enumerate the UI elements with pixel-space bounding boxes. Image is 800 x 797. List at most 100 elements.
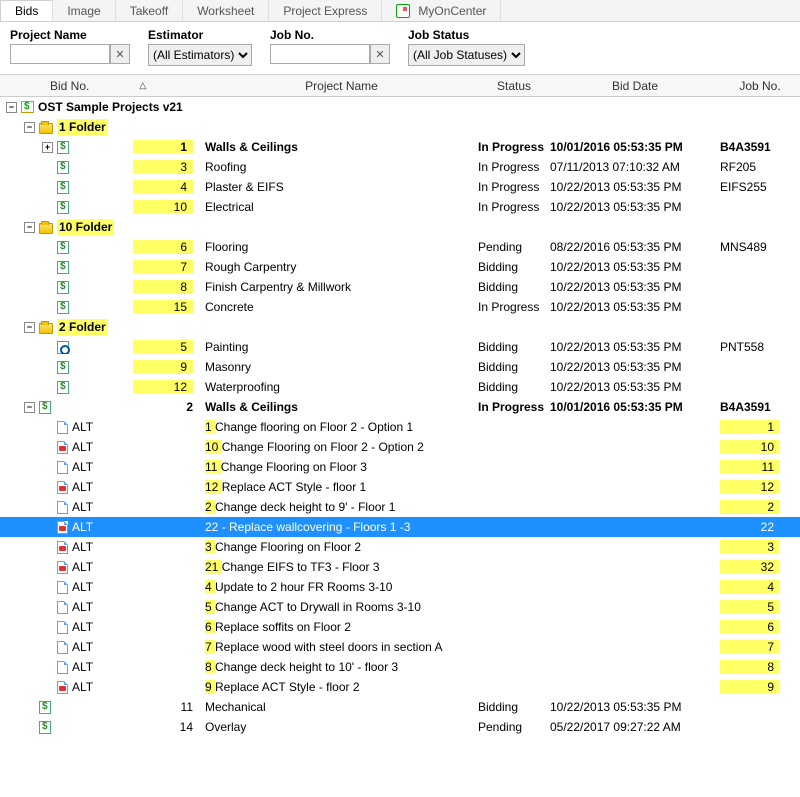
- bid-number: 4: [133, 180, 201, 194]
- alternate-row[interactable]: ALT4 Update to 2 hour FR Rooms 3-104: [0, 577, 800, 597]
- bid-row[interactable]: 9MasonryBidding10/22/2013 05:53:35 PM: [0, 357, 800, 377]
- cell-project-name: 6 Replace soffits on Floor 2: [205, 620, 478, 634]
- cell-project-name: Mechanical: [205, 700, 478, 714]
- alternate-row[interactable]: ALT6 Replace soffits on Floor 26: [0, 617, 800, 637]
- col-status[interactable]: Status: [478, 79, 550, 93]
- alternate-row[interactable]: ALT10 Change Flooring on Floor 2 - Optio…: [0, 437, 800, 457]
- alternate-row[interactable]: ALT11 Change Flooring on Floor 3 11: [0, 457, 800, 477]
- bid-row[interactable]: 3RoofingIn Progress07/11/2013 07:10:32 A…: [0, 157, 800, 177]
- bid-row[interactable]: 7Rough CarpentryBidding10/22/2013 05:53:…: [0, 257, 800, 277]
- collapse-icon[interactable]: −: [24, 222, 35, 233]
- alt-label: ALT: [72, 580, 93, 594]
- filter-jobstatus-select[interactable]: (All Job Statuses): [408, 44, 525, 66]
- alt-label: ALT: [72, 600, 93, 614]
- alternate-doc-flag-icon: [57, 561, 68, 574]
- alt-label: ALT: [72, 560, 93, 574]
- tree-body[interactable]: −OST Sample Projects v21 −1 Folder+1Walls…: [0, 97, 800, 797]
- expand-icon[interactable]: +: [42, 142, 53, 153]
- alt-name: Replace wood with steel doors in section…: [215, 640, 442, 654]
- tab-project-express[interactable]: Project Express: [269, 0, 382, 21]
- cell-job-no: 10: [720, 440, 800, 454]
- filter-project-name-input[interactable]: [10, 44, 110, 64]
- bid-row[interactable]: +1Walls & CeilingsIn Progress10/01/2016 …: [0, 137, 800, 157]
- col-project-name[interactable]: Project Name: [205, 79, 478, 93]
- bid-number: 1: [133, 140, 201, 154]
- cell-job-no: MNS489: [720, 240, 800, 254]
- cell-bidno: ALT: [0, 640, 205, 654]
- filter-jobno-input[interactable]: [270, 44, 370, 64]
- bid-number: 12: [133, 380, 201, 394]
- cell-job-no: 6: [720, 620, 800, 634]
- cell-bidno: 4: [0, 180, 205, 194]
- cell-bidno: 3: [0, 160, 205, 174]
- alternate-row[interactable]: ALT8 Change deck height to 10' - floor 3…: [0, 657, 800, 677]
- alternate-row[interactable]: ALT21 Change EIFS to TF3 - Floor 332: [0, 557, 800, 577]
- alternate-row[interactable]: ALT 7 Replace wood with steel doors in se…: [0, 637, 800, 657]
- bid-icon: [57, 141, 69, 154]
- col-bid-date[interactable]: Bid Date: [550, 79, 720, 93]
- cell-job-no: 7: [720, 640, 800, 654]
- alt-number: 6: [205, 620, 215, 634]
- alt-name: Change Flooring on Floor 2 - Option 2: [222, 440, 424, 454]
- cell-bidno: ALT: [0, 620, 205, 634]
- alternate-row[interactable]: ALT2 Change deck height to 9' - Floor 12: [0, 497, 800, 517]
- alternate-doc-icon: [57, 621, 68, 634]
- cell-bidno: 15: [0, 300, 205, 314]
- folder-row[interactable]: −2 Folder: [0, 317, 800, 337]
- alt-name: Change deck height to 9' - Floor 1: [215, 500, 395, 514]
- alt-label: ALT: [72, 500, 93, 514]
- clear-jobno-icon[interactable]: ✕: [370, 44, 390, 64]
- alternate-row[interactable]: ALT22 - Replace wallcovering - Floors 1 …: [0, 517, 800, 537]
- cell-project-name: 9 Replace ACT Style - floor 2: [205, 680, 478, 694]
- clear-project-name-icon[interactable]: ✕: [110, 44, 130, 64]
- alternate-row[interactable]: ALT9 Replace ACT Style - floor 29: [0, 677, 800, 697]
- cell-project-name: 21 Change EIFS to TF3 - Floor 3: [205, 560, 478, 574]
- col-bidno[interactable]: Bid No. △: [0, 79, 205, 93]
- cell-bidno: 5: [0, 340, 205, 354]
- filter-estimator-select[interactable]: (All Estimators): [148, 44, 252, 66]
- alternate-row[interactable]: ALT12 Replace ACT Style - floor 112: [0, 477, 800, 497]
- cell-project-name: 11 Change Flooring on Floor 3: [205, 460, 478, 474]
- cell-status: Bidding: [478, 700, 550, 714]
- cell-bidno: ALT: [0, 460, 205, 474]
- cell-bid-date: 05/22/2017 09:27:22 AM: [550, 720, 720, 734]
- cell-bidno: −OST Sample Projects v21: [0, 100, 205, 114]
- cell-status: In Progress: [478, 300, 550, 314]
- bid-row[interactable]: 15ConcreteIn Progress10/22/2013 05:53:35…: [0, 297, 800, 317]
- bid-icon: [57, 261, 69, 274]
- cell-project-name: 3 Change Flooring on Floor 2: [205, 540, 478, 554]
- cell-bidno: ALT: [0, 560, 205, 574]
- bid-row[interactable]: 5PaintingBidding10/22/2013 05:53:35 PMPN…: [0, 337, 800, 357]
- collapse-icon[interactable]: −: [24, 122, 35, 133]
- cell-project-name: 22 - Replace wallcovering - Floors 1 -3: [205, 520, 478, 534]
- alternate-row[interactable]: ALT5 Change ACT to Drywall in Rooms 3-10…: [0, 597, 800, 617]
- collapse-icon[interactable]: −: [6, 102, 17, 113]
- collapse-icon[interactable]: −: [24, 402, 35, 413]
- bid-row[interactable]: 11MechanicalBidding10/22/2013 05:53:35 P…: [0, 697, 800, 717]
- col-job-no[interactable]: Job No.: [720, 79, 800, 93]
- tab-bids[interactable]: Bids: [0, 0, 53, 21]
- bid-row[interactable]: 4Plaster & EIFSIn Progress10/22/2013 05:…: [0, 177, 800, 197]
- folder-row[interactable]: −1 Folder: [0, 117, 800, 137]
- tab-image[interactable]: Image: [53, 0, 115, 21]
- root-row[interactable]: −OST Sample Projects v21: [0, 97, 800, 117]
- tab-myoncenter[interactable]: MyOnCenter: [382, 0, 501, 21]
- bid-row[interactable]: 8Finish Carpentry & MillworkBidding10/22…: [0, 277, 800, 297]
- collapse-icon[interactable]: −: [24, 322, 35, 333]
- bid-row[interactable]: −2Walls & CeilingsIn Progress10/01/2016 …: [0, 397, 800, 417]
- cell-bidno: ALT: [0, 420, 205, 434]
- bid-row[interactable]: 6FlooringPending08/22/2016 05:53:35 PMMN…: [0, 237, 800, 257]
- alternate-row[interactable]: ALT1 Change flooring on Floor 2 - Option…: [0, 417, 800, 437]
- tab-worksheet[interactable]: Worksheet: [183, 0, 269, 21]
- node-label: 10 Folder: [59, 220, 112, 234]
- bid-row[interactable]: 10ElectricalIn Progress10/22/2013 05:53:…: [0, 197, 800, 217]
- job-no-value: 11: [720, 460, 780, 474]
- bid-number: 6: [133, 240, 201, 254]
- folder-row[interactable]: − 10 Folder: [0, 217, 800, 237]
- cell-bid-date: 10/22/2013 05:53:35 PM: [550, 280, 720, 294]
- bid-row[interactable]: 12WaterproofingBidding10/22/2013 05:53:3…: [0, 377, 800, 397]
- tab-takeoff[interactable]: Takeoff: [116, 0, 183, 21]
- alternate-row[interactable]: ALT3 Change Flooring on Floor 23: [0, 537, 800, 557]
- bid-row[interactable]: 14OverlayPending05/22/2017 09:27:22 AM: [0, 717, 800, 737]
- bid-icon: [39, 721, 51, 734]
